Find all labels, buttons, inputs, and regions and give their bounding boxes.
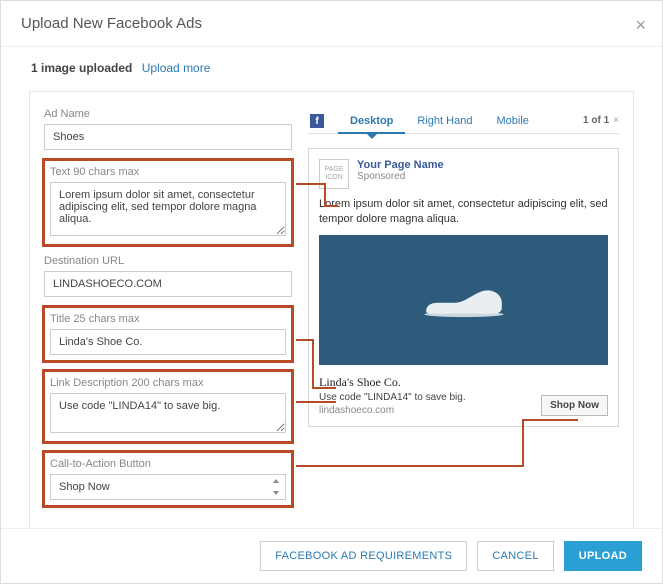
connector-line	[296, 465, 522, 467]
text-label: Text 90 chars max	[50, 166, 286, 178]
upload-count-text: 1 image uploaded	[31, 61, 132, 75]
shoe-icon	[419, 275, 509, 325]
ad-preview-card: PAGEICON Your Page Name Sponsored Lorem …	[308, 148, 619, 427]
ad-description: Use code "LINDA14" to save big.	[319, 392, 533, 403]
facebook-icon: f	[310, 114, 324, 128]
ad-image	[319, 235, 608, 365]
tab-mobile[interactable]: Mobile	[484, 108, 540, 134]
ad-link-row: Linda's Shoe Co. Use code "LINDA14" to s…	[319, 375, 608, 416]
ad-header: PAGEICON Your Page Name Sponsored	[319, 159, 608, 189]
upload-more-link[interactable]: Upload more	[142, 61, 211, 75]
link-description-input[interactable]: Use code "LINDA14" to save big.	[50, 393, 286, 433]
ad-name-input[interactable]	[44, 124, 292, 150]
modal-header: Upload New Facebook Ads ×	[1, 1, 662, 47]
connector-line	[522, 419, 578, 421]
link-description-label: Link Description 200 chars max	[50, 377, 286, 389]
ad-cta-button[interactable]: Shop Now	[541, 395, 608, 416]
connector-line	[522, 419, 524, 467]
tab-right-hand[interactable]: Right Hand	[405, 108, 484, 134]
cta-select[interactable]: Shop Now	[50, 474, 286, 500]
ad-body-text: Lorem ipsum dolor sit amet, consectetur …	[319, 197, 608, 227]
field-link-description: Link Description 200 chars max Use code …	[44, 371, 292, 442]
preview-tabs: f Desktop Right Hand Mobile 1 of 1×	[308, 108, 619, 134]
close-icon[interactable]: ×	[635, 15, 646, 36]
title-input[interactable]	[50, 329, 286, 355]
sponsored-label: Sponsored	[357, 171, 444, 182]
preview-close-icon[interactable]: ×	[613, 115, 619, 126]
connector-line	[296, 183, 326, 185]
upload-button[interactable]: UPLOAD	[564, 541, 642, 571]
field-destination-url: Destination URL	[44, 255, 292, 297]
destination-url-input[interactable]	[44, 271, 292, 297]
fb-requirements-button[interactable]: FACEBOOK AD REQUIREMENTS	[260, 541, 467, 571]
field-text: Text 90 chars max Lorem ipsum dolor sit …	[44, 160, 292, 245]
form-column: Ad Name Text 90 chars max Lorem ipsum do…	[44, 108, 292, 516]
upload-ads-modal: Upload New Facebook Ads × 1 image upload…	[0, 0, 663, 584]
editor-panel: Ad Name Text 90 chars max Lorem ipsum do…	[29, 91, 634, 537]
field-ad-name: Ad Name	[44, 108, 292, 150]
field-cta: Call-to-Action Button Shop Now	[44, 452, 292, 506]
preview-column: f Desktop Right Hand Mobile 1 of 1× PAGE…	[308, 108, 619, 516]
page-name: Your Page Name	[357, 159, 444, 171]
connector-line	[312, 387, 336, 389]
connector-line	[324, 205, 338, 207]
destination-url-label: Destination URL	[44, 255, 292, 267]
tab-desktop[interactable]: Desktop	[338, 108, 405, 134]
title-label: Title 25 chars max	[50, 313, 286, 325]
cta-label: Call-to-Action Button	[50, 458, 286, 470]
connector-line	[296, 401, 336, 403]
connector-line	[324, 183, 326, 205]
modal-title: Upload New Facebook Ads	[21, 15, 202, 32]
cta-select-value: Shop Now	[59, 481, 110, 493]
cancel-button[interactable]: CANCEL	[477, 541, 553, 571]
ad-name-label: Ad Name	[44, 108, 292, 120]
ad-domain: lindashoeco.com	[319, 405, 533, 416]
field-title: Title 25 chars max	[44, 307, 292, 361]
upload-status-row: 1 image uploaded Upload more	[1, 47, 662, 85]
modal-footer: FACEBOOK AD REQUIREMENTS CANCEL UPLOAD	[1, 528, 662, 583]
ad-title: Linda's Shoe Co.	[319, 375, 533, 390]
preview-counter: 1 of 1×	[583, 115, 619, 126]
connector-line	[312, 339, 314, 387]
text-input[interactable]: Lorem ipsum dolor sit amet, consectetur …	[50, 182, 286, 236]
